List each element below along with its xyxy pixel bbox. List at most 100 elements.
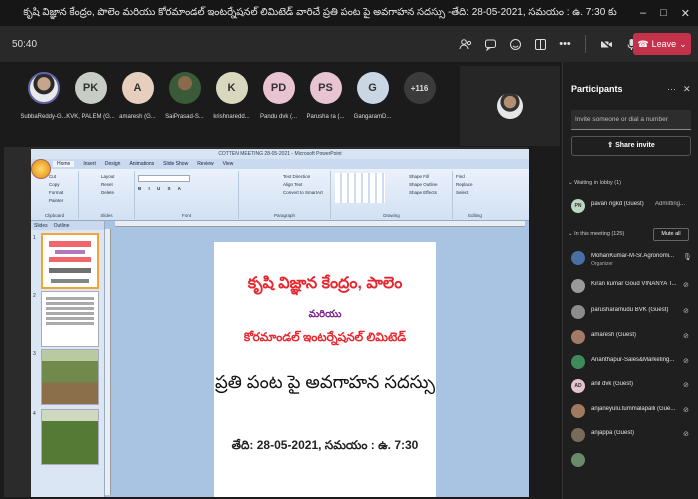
convert-smartart-button[interactable]: Convert to SmartArt (283, 189, 323, 197)
participant-tile[interactable]: SaiPrasad-S... (161, 72, 208, 120)
shared-screen: COTTEN MEETING 28-05-2021 - Microsoft Po… (4, 147, 529, 497)
share-icon: ⇪ (607, 142, 616, 149)
participant-name: GangaramD... (353, 114, 392, 120)
participant-name: amaresh (G... (119, 114, 156, 120)
participant-tile[interactable]: G GangaramD... (349, 72, 396, 120)
delete-button[interactable]: Delete (101, 189, 115, 197)
ribbon-tabs: Home Insert Design Animations Slide Show… (31, 159, 529, 169)
participant-row[interactable]: anjappa (Guest) ⊘ (571, 425, 695, 447)
tab-insert[interactable]: Insert (83, 161, 96, 167)
text-direction-button[interactable]: Text Direction (283, 173, 323, 181)
ribbon-group-font: B I U S A Font (135, 171, 239, 219)
participant-tile[interactable]: PS Parusha ra (... (302, 72, 349, 120)
leave-button[interactable]: ☎ Leave ⌄ (633, 33, 691, 55)
participant-tile[interactable]: Kkrishnaredd... (208, 72, 255, 120)
reactions-icon[interactable] (508, 37, 522, 51)
ribbon-group-slides: Layout Reset Delete Slides (79, 171, 135, 219)
current-slide[interactable]: కృషి విజ్ఞాన కేంద్రం, పాలెం మరియు కోరమాం… (214, 242, 436, 497)
group-label: Paragraph (273, 213, 295, 218)
window-titlebar: కృషి విజ్ఞాన కేంద్రం, పొలెం మరియు కోరమాం… (0, 0, 698, 26)
meeting-timer: 50:40 (12, 38, 38, 50)
participant-row[interactable]: anjaneyulu.tummalapalli (Gue... ⊘ (571, 401, 695, 423)
participant-row[interactable]: MohanKumar-M-Sr.Agronomi... Organizer 🎙 (571, 248, 695, 270)
cut-button[interactable]: Cut (49, 173, 78, 181)
tab-view[interactable]: View (223, 161, 234, 167)
maximize-button[interactable]: □ (660, 7, 667, 20)
avatar: PS (309, 72, 342, 104)
group-label: Clipboard (44, 213, 65, 218)
tab-slides[interactable]: Slides (34, 223, 48, 229)
meeting-header[interactable]: ⌄ In this meeting (125) (568, 231, 624, 237)
find-button[interactable]: Find (456, 173, 473, 181)
chevron-down-icon: ⌄ (679, 38, 687, 49)
chat-icon[interactable] (483, 37, 497, 51)
participant-row[interactable]: AD anil dvk (Guest) ⊘ (571, 376, 695, 398)
participant-tile[interactable]: PD Pandu dvk (... (255, 72, 302, 120)
group-label: Editing (468, 213, 482, 218)
invite-input[interactable]: Invite someone or dial a number (571, 110, 691, 130)
lobby-row[interactable]: PN pavan ngkd (Guest) Admitting... (571, 196, 695, 218)
participant-row[interactable]: Ananthapur-Sales&Marketing... ⊘ (571, 352, 695, 374)
more-options-icon[interactable]: ··· (667, 84, 676, 94)
avatar (571, 330, 585, 344)
participants-icon[interactable] (458, 37, 472, 51)
shapes-gallery[interactable] (335, 173, 385, 203)
camera-off-icon[interactable] (599, 37, 613, 51)
reset-button[interactable]: Reset (101, 181, 115, 189)
meeting-header-label: In this meeting (125) (574, 231, 625, 237)
more-icon[interactable]: ••• (558, 37, 572, 51)
participant-name: SubbaReddy-G... (20, 114, 67, 120)
tab-home[interactable]: Home (53, 161, 75, 167)
tab-outline[interactable]: Outline (54, 223, 70, 229)
window-title: కృషి విజ్ఞాన కేంద్రం, పొలెం మరియు కోరమాం… (23, 7, 617, 18)
thumb-number: 1 (33, 235, 36, 241)
shape-outline-button[interactable]: Shape Outline (409, 181, 438, 189)
slide-thumbnail[interactable] (41, 233, 99, 289)
close-button[interactable]: ✕ (681, 7, 690, 20)
copy-button[interactable]: Copy (49, 181, 78, 189)
layout-button[interactable]: Layout (101, 173, 115, 181)
participant-row[interactable]: parusharamudu BVK (Guest) ⊘ (571, 302, 695, 324)
participant-tile[interactable]: PK KVK, PALEM (G... (66, 72, 115, 120)
slide-thumbnail[interactable] (41, 349, 99, 405)
participant-name: SaiPrasad-S... (165, 114, 204, 120)
tab-design[interactable]: Design (105, 161, 121, 167)
participant-row[interactable]: Kiran kumar Goud VINANYA T... ⊘ (571, 276, 695, 298)
participant-tile[interactable]: SubbaReddy-G... (20, 72, 67, 120)
participant-name: Pandu dvk (... (259, 114, 298, 120)
participant-tile[interactable]: Aamaresh (G... (114, 72, 161, 120)
self-video-tile[interactable] (460, 66, 560, 146)
mute-all-button[interactable]: Mute all (653, 228, 689, 241)
tab-slide-show[interactable]: Slide Show (163, 161, 188, 167)
avatar: G (356, 72, 389, 104)
format-painter-button[interactable]: Format Painter (49, 189, 78, 205)
participant-row[interactable] (571, 450, 695, 472)
thumb-number: 4 (33, 411, 36, 417)
avatar: AD (571, 379, 585, 393)
replace-button[interactable]: Replace (456, 181, 473, 189)
font-family-select[interactable] (138, 175, 190, 182)
rooms-icon[interactable] (533, 37, 547, 51)
meeting-toolbar: 50:40 ••• ☎ Leave ⌄ (0, 26, 698, 62)
slide-thumbnail[interactable] (41, 409, 99, 465)
tab-animations[interactable]: Animations (129, 161, 154, 167)
participant-name: parusharamudu BVK (Guest) (591, 307, 669, 313)
font-format-buttons[interactable]: B I U S A (138, 185, 190, 193)
slide-thumbnail[interactable] (41, 291, 99, 347)
overflow-participants[interactable]: +116 (396, 72, 443, 120)
participant-name: MohanKumar-M-Sr.Agronomi... (591, 253, 675, 259)
tab-review[interactable]: Review (197, 161, 213, 167)
thumb-number: 3 (33, 351, 36, 357)
participant-role: Organizer (591, 261, 613, 267)
lobby-header[interactable]: ⌄ Waiting in lobby (1) (568, 180, 621, 186)
participant-name: pavan ngkd (Guest) (591, 201, 644, 207)
shape-fill-button[interactable]: Shape Fill (409, 173, 438, 181)
align-text-button[interactable]: Align Text (283, 181, 323, 189)
share-invite-button[interactable]: ⇪ Share invite (571, 136, 691, 156)
participant-row[interactable]: amaresh (Guest) ⊘ (571, 327, 695, 349)
shape-effects-button[interactable]: Shape Effects (409, 189, 438, 197)
select-button[interactable]: Select (456, 189, 473, 197)
mic-off-icon: ⊘ (683, 358, 689, 365)
minimize-button[interactable]: – (640, 7, 646, 20)
close-icon[interactable]: ✕ (683, 84, 691, 95)
